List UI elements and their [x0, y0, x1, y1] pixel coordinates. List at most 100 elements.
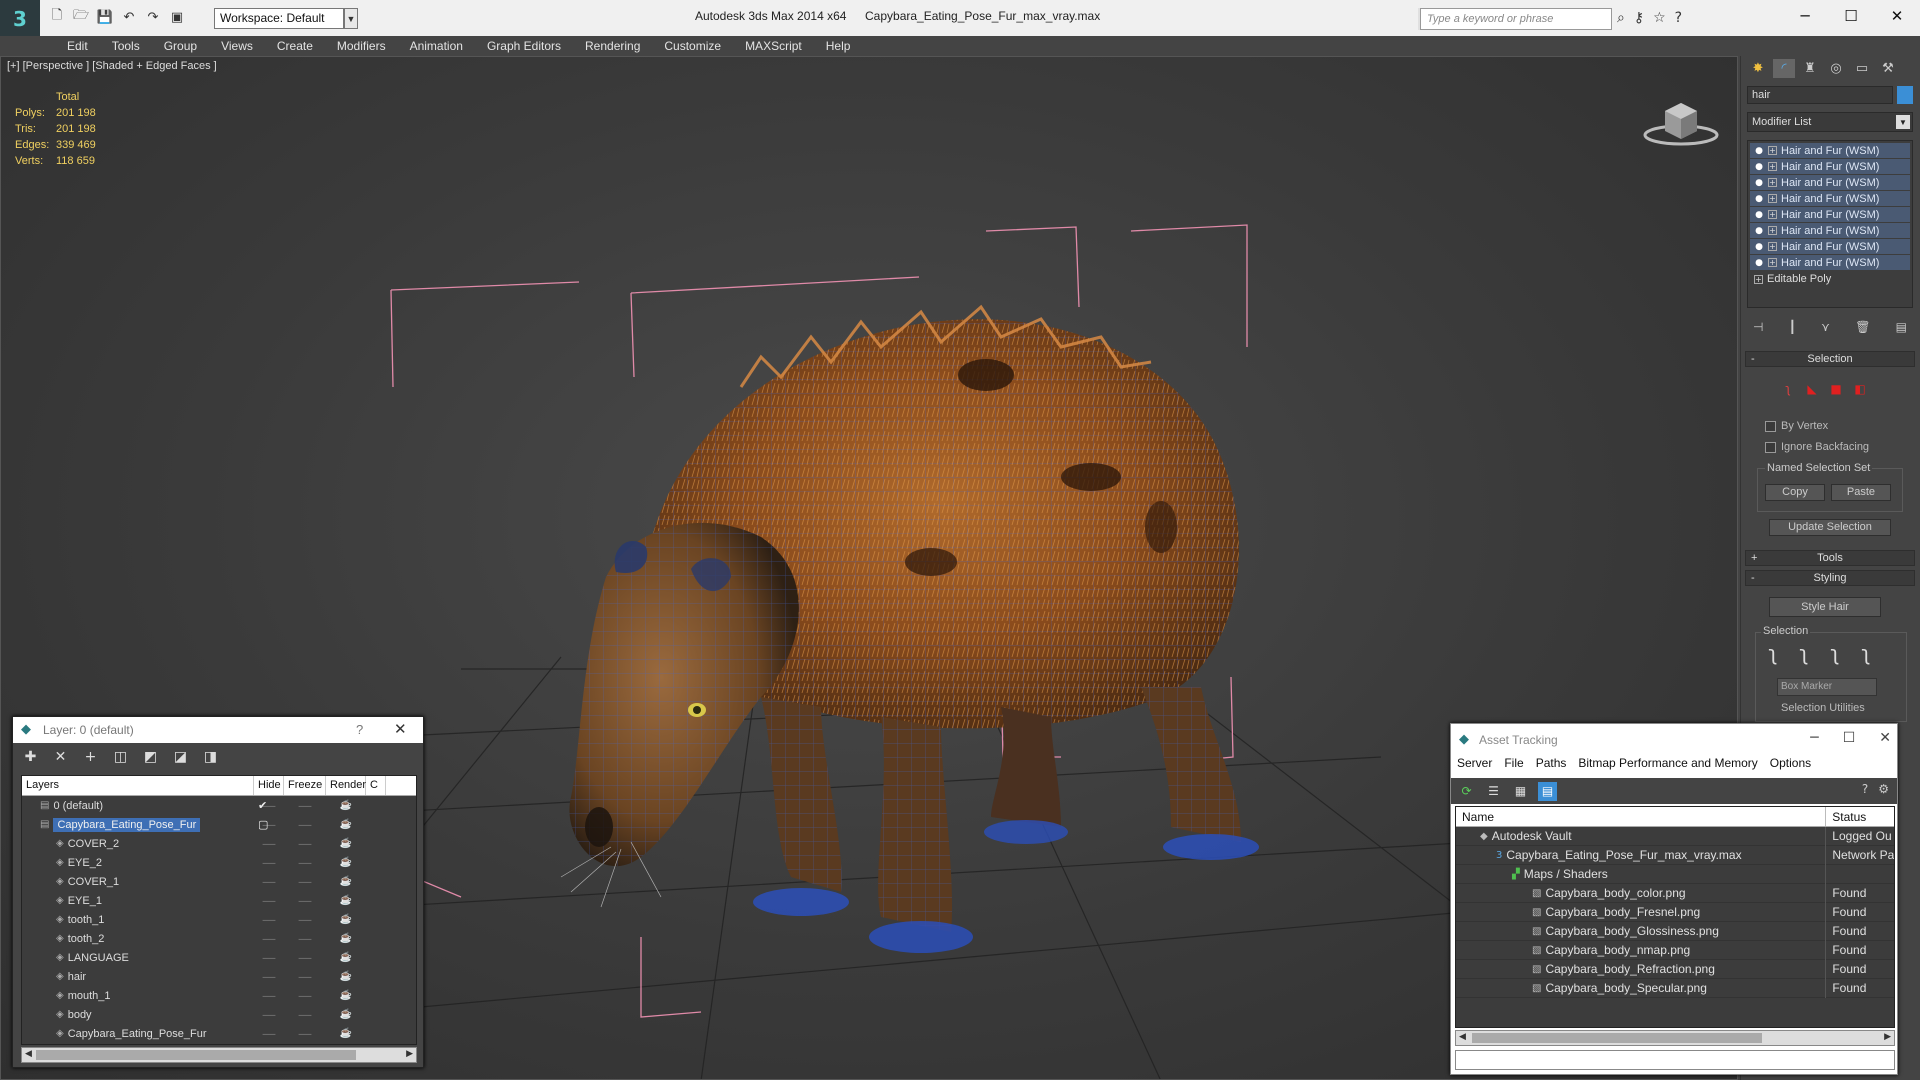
stack-item[interactable]: ● + Hair and Fur (WSM) — [1750, 239, 1910, 255]
stack-base-object[interactable]: + Editable Poly — [1750, 271, 1910, 287]
freeze-toggle[interactable]: ── — [284, 1029, 326, 1039]
layer-name-cell[interactable]: ◈ EYE_1 — [22, 895, 254, 907]
render-toggle[interactable]: ☕ — [326, 838, 366, 849]
layer-row[interactable]: ◈ body ── ── ☕ — [22, 1005, 416, 1024]
freeze-toggle[interactable]: ── — [284, 858, 326, 868]
thumbnail-view-icon[interactable]: ▦ — [1511, 782, 1530, 801]
expand-icon[interactable]: + — [1768, 226, 1777, 235]
hide-toggle[interactable]: ── — [254, 972, 284, 982]
menu-modifiers[interactable]: Modifiers — [325, 36, 398, 56]
minimize-icon[interactable]: ─ — [1810, 730, 1818, 746]
render-toggle[interactable]: ☕ — [326, 952, 366, 963]
layer-name-cell[interactable]: ◈ tooth_1 — [22, 914, 254, 926]
layer-name-cell[interactable]: ◈ tooth_2 — [22, 933, 254, 945]
freeze-toggle[interactable]: ── — [284, 1010, 326, 1020]
freeze-toggle[interactable]: ── — [284, 934, 326, 944]
freeze-toggle[interactable]: ── — [284, 972, 326, 982]
stack-item[interactable]: ● + Hair and Fur (WSM) — [1750, 255, 1910, 271]
face-icon[interactable]: ◣ — [1805, 382, 1819, 396]
menu-customize[interactable]: Customize — [652, 36, 733, 56]
active-layer-check-icon[interactable]: ✔ — [258, 799, 267, 812]
asset-row[interactable]: 3 Capybara_Eating_Pose_Fur_max_vray.max Ne… — [1456, 845, 1894, 865]
freeze-toggle[interactable]: ── — [284, 915, 326, 925]
hide-toggle[interactable]: ── — [254, 896, 284, 906]
minimize-button[interactable]: ─ — [1782, 0, 1828, 32]
layer-name-cell[interactable]: ▤ Capybara_Eating_Pose_Fur — [22, 817, 254, 832]
motion-icon[interactable]: ◎ — [1825, 59, 1847, 78]
asset-row[interactable]: ▞ Maps / Shaders — [1456, 864, 1894, 884]
box-marker-dropdown[interactable]: Box Marker — [1777, 678, 1877, 696]
workspace-dropdown-arrow-icon[interactable]: ▼ — [344, 8, 358, 29]
object-name-field[interactable]: hair — [1747, 86, 1893, 104]
style-hair-button[interactable]: Style Hair — [1769, 597, 1881, 617]
stack-item[interactable]: ● + Hair and Fur (WSM) — [1750, 175, 1910, 191]
menu-rendering[interactable]: Rendering — [573, 36, 652, 56]
column-status[interactable]: Status — [1826, 807, 1894, 826]
modifier-list-dropdown[interactable]: Modifier List ▼ — [1747, 112, 1913, 132]
column-render[interactable]: Render — [326, 776, 366, 795]
lightbulb-icon[interactable]: ● — [1754, 242, 1764, 252]
select-in-layer-icon[interactable]: ◫ — [111, 747, 130, 766]
maximize-button[interactable]: ☐ — [1828, 0, 1874, 32]
utilities-icon[interactable]: ⚒ — [1877, 59, 1899, 78]
show-end-result-icon[interactable]: ┃ — [1789, 320, 1796, 334]
scroll-right-icon[interactable]: ▶ — [406, 1049, 413, 1059]
select-hair-icon[interactable]: ʅ — [1763, 641, 1783, 665]
render-toggle[interactable]: ☕ — [326, 876, 366, 887]
menu-animation[interactable]: Animation — [398, 36, 475, 56]
scrollbar-thumb[interactable] — [1472, 1033, 1762, 1043]
asset-path-field[interactable] — [1455, 1050, 1895, 1070]
layer-row[interactable]: ◈ EYE_1 ── ── ☕ — [22, 891, 416, 910]
lightbulb-icon[interactable]: ● — [1754, 146, 1764, 156]
lightbulb-icon[interactable]: ● — [1754, 258, 1764, 268]
layer-row[interactable]: ▤ Capybara_Eating_Pose_Fur ▢ ── ── ☕ — [22, 815, 416, 834]
modify-icon[interactable]: ◜ — [1773, 59, 1795, 78]
expand-icon[interactable]: + — [1768, 178, 1777, 187]
layer-name-cell[interactable]: ◈ EYE_2 — [22, 857, 254, 869]
delete-layer-icon[interactable]: ✕ — [51, 747, 70, 766]
column-freeze[interactable]: Freeze — [284, 776, 326, 795]
layer-name-cell[interactable]: ◈ COVER_1 — [22, 876, 254, 888]
pin-stack-icon[interactable]: ⊣ — [1753, 320, 1763, 334]
scroll-left-icon[interactable]: ◀ — [25, 1049, 32, 1059]
render-toggle[interactable]: ☕ — [326, 914, 366, 925]
render-toggle[interactable]: ☕ — [326, 1028, 366, 1039]
checkbox[interactable] — [1765, 420, 1776, 432]
close-icon[interactable]: ✕ — [394, 720, 407, 738]
select-hair-intersect-icon[interactable]: ʅ — [1856, 641, 1876, 665]
select-hair-add-icon[interactable]: ʅ — [1794, 641, 1814, 665]
hide-toggle[interactable]: ── — [254, 934, 284, 944]
asset-name-cell[interactable]: ▞ Maps / Shaders — [1456, 864, 1827, 884]
asset-name-cell[interactable]: ▧ Capybara_body_Refraction.png — [1456, 959, 1827, 979]
table-view-icon[interactable]: ▤ — [1538, 781, 1557, 801]
menu-create[interactable]: Create — [265, 36, 325, 56]
make-unique-icon[interactable]: ⋎ — [1821, 320, 1830, 334]
menu-graph-editors[interactable]: Graph Editors — [475, 36, 573, 56]
asset-name-cell[interactable]: ▧ Capybara_body_Glossiness.png — [1456, 921, 1827, 941]
layer-name-cell[interactable]: ◈ COVER_2 — [22, 838, 254, 850]
layer-name-cell[interactable]: ◈ LANGUAGE — [22, 952, 254, 964]
maximize-icon[interactable]: ☐ — [1843, 730, 1856, 746]
freeze-toggle[interactable]: ── — [284, 991, 326, 1001]
expand-icon[interactable]: + — [1768, 242, 1777, 251]
expand-icon[interactable]: + — [1768, 162, 1777, 171]
expand-icon[interactable]: + — [1768, 146, 1777, 155]
project-icon[interactable]: ▣ — [168, 8, 186, 26]
hide-toggle[interactable]: ── — [254, 1029, 284, 1039]
scrollbar-thumb[interactable] — [36, 1050, 356, 1060]
asset-row[interactable]: ▧ Capybara_body_Refraction.png Found — [1456, 959, 1894, 979]
scroll-right-icon[interactable]: ▶ — [1884, 1032, 1891, 1042]
new-file-icon[interactable]: 🗋 — [48, 8, 66, 26]
expand-icon[interactable]: + — [1754, 274, 1763, 284]
asset-row[interactable]: ▧ Capybara_body_nmap.png Found — [1456, 940, 1894, 960]
column-c[interactable]: C — [366, 776, 386, 795]
app-menu-button[interactable]: 3 — [0, 0, 40, 38]
current-layer-box-icon[interactable]: ▢ — [258, 818, 268, 831]
hide-toggle[interactable]: ── — [254, 858, 284, 868]
expand-icon[interactable]: + — [1768, 210, 1777, 219]
render-toggle[interactable]: ☕ — [326, 990, 366, 1001]
render-toggle[interactable]: ☕ — [326, 857, 366, 868]
close-icon[interactable]: ✕ — [1879, 730, 1891, 746]
asset-name-cell[interactable]: ◆ Autodesk Vault — [1456, 826, 1827, 846]
lightbulb-icon[interactable]: ● — [1754, 226, 1764, 236]
